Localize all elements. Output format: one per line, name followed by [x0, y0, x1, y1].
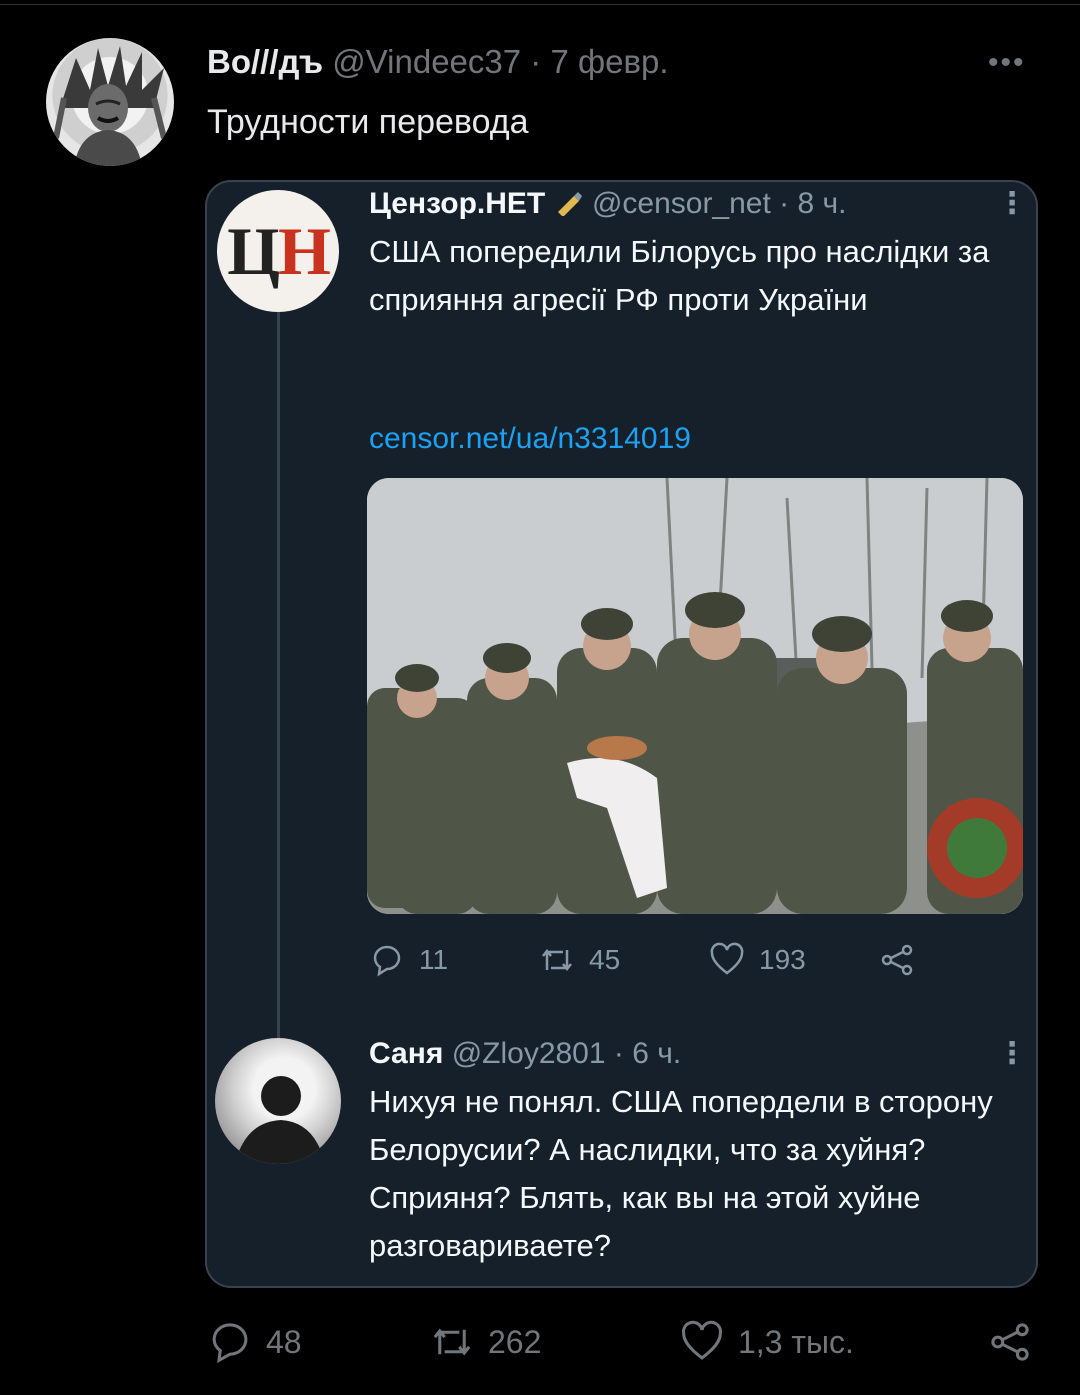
- quoted-time: 8 ч.: [797, 187, 847, 220]
- reply-separator: ·: [613, 1037, 624, 1070]
- reply-text: Нихуя не понял. США попердели в сторону …: [369, 1084, 993, 1263]
- header-separator: ·: [530, 43, 542, 80]
- silhouette-avatar-icon: [235, 1076, 325, 1164]
- quoted-share: [879, 942, 915, 978]
- avatar-letter-n: Н: [278, 212, 331, 289]
- quoted-reply-count: 11: [419, 944, 449, 975]
- share-icon: [881, 944, 913, 976]
- reply-icon: [373, 945, 401, 977]
- retweet-button[interactable]: 262: [430, 1320, 541, 1364]
- quoted-link: censor.net/ua/n3314019: [369, 422, 691, 455]
- share-button[interactable]: [988, 1320, 1032, 1364]
- quoted-text: США попередили Білорусь про наслідки за …: [369, 234, 990, 317]
- reply-icon: [212, 1323, 248, 1364]
- like-button[interactable]: 1,3 тыс.: [680, 1320, 854, 1364]
- tweet-actions: 48 262 1,3 тыс.: [0, 1320, 1080, 1364]
- quoted-more-icon: ⋮: [997, 187, 1027, 220]
- author-name[interactable]: Bo///дъ: [207, 43, 323, 80]
- reply-time: 6 ч.: [632, 1037, 682, 1070]
- retweet-icon: [542, 948, 572, 972]
- retweet-icon: [433, 1328, 471, 1356]
- soldiers-photo: [367, 478, 1023, 914]
- author-avatar[interactable]: [46, 38, 174, 166]
- reply-count: 48: [266, 1323, 302, 1360]
- top-divider: [0, 4, 1080, 5]
- heart-icon: [710, 942, 744, 975]
- quoted-handle: @censor_net: [591, 187, 771, 220]
- portrait-headdress-avatar-icon: [53, 46, 167, 166]
- quoted-separator: ·: [779, 187, 790, 220]
- censor-avatar: ЦН: [217, 190, 339, 312]
- reply-author-name: Саня: [369, 1037, 444, 1070]
- like-count: 1,3 тыс.: [738, 1323, 854, 1360]
- reply-button[interactable]: 48: [208, 1320, 302, 1364]
- soldiers-photo-icon: [367, 478, 1023, 914]
- more-options-icon[interactable]: •••: [988, 46, 1026, 80]
- tweet-text: Трудности перевода: [207, 103, 529, 141]
- embedded-screenshot[interactable]: ЦН Цензор.НЕТ @censor_net · 8 ч. ⋮ США п…: [205, 180, 1038, 1288]
- share-icon: [991, 1323, 1029, 1361]
- heart-icon: [681, 1320, 723, 1360]
- retweet-count: 262: [488, 1323, 542, 1360]
- reply-avatar: [215, 1038, 341, 1164]
- quoted-retweet-count: 45: [589, 944, 621, 975]
- quoted-like: 193: [709, 942, 806, 978]
- quoted-like-count: 193: [759, 944, 806, 975]
- author-handle[interactable]: @Vindeec37: [332, 43, 521, 80]
- tweet-date[interactable]: 7 февр.: [550, 43, 668, 80]
- avatar-letter-c: Ц: [227, 212, 280, 289]
- quoted-author-name: Цензор.НЕТ: [369, 187, 546, 220]
- thread-line: [277, 306, 280, 1038]
- quoted-reply: 11: [369, 942, 448, 978]
- verified-pen-icon: [554, 187, 592, 220]
- quoted-retweet: 45: [539, 942, 620, 978]
- reply-header: Саня @Zloy2801 · 6 ч.: [369, 1034, 681, 1074]
- tweet-header: Bo///дъ @Vindeec37 · 7 февр.: [207, 42, 669, 82]
- reply-handle: @Zloy2801: [451, 1037, 606, 1070]
- quoted-header: Цензор.НЕТ @censor_net · 8 ч.: [369, 184, 847, 224]
- reply-more-icon: ⋮: [997, 1037, 1027, 1070]
